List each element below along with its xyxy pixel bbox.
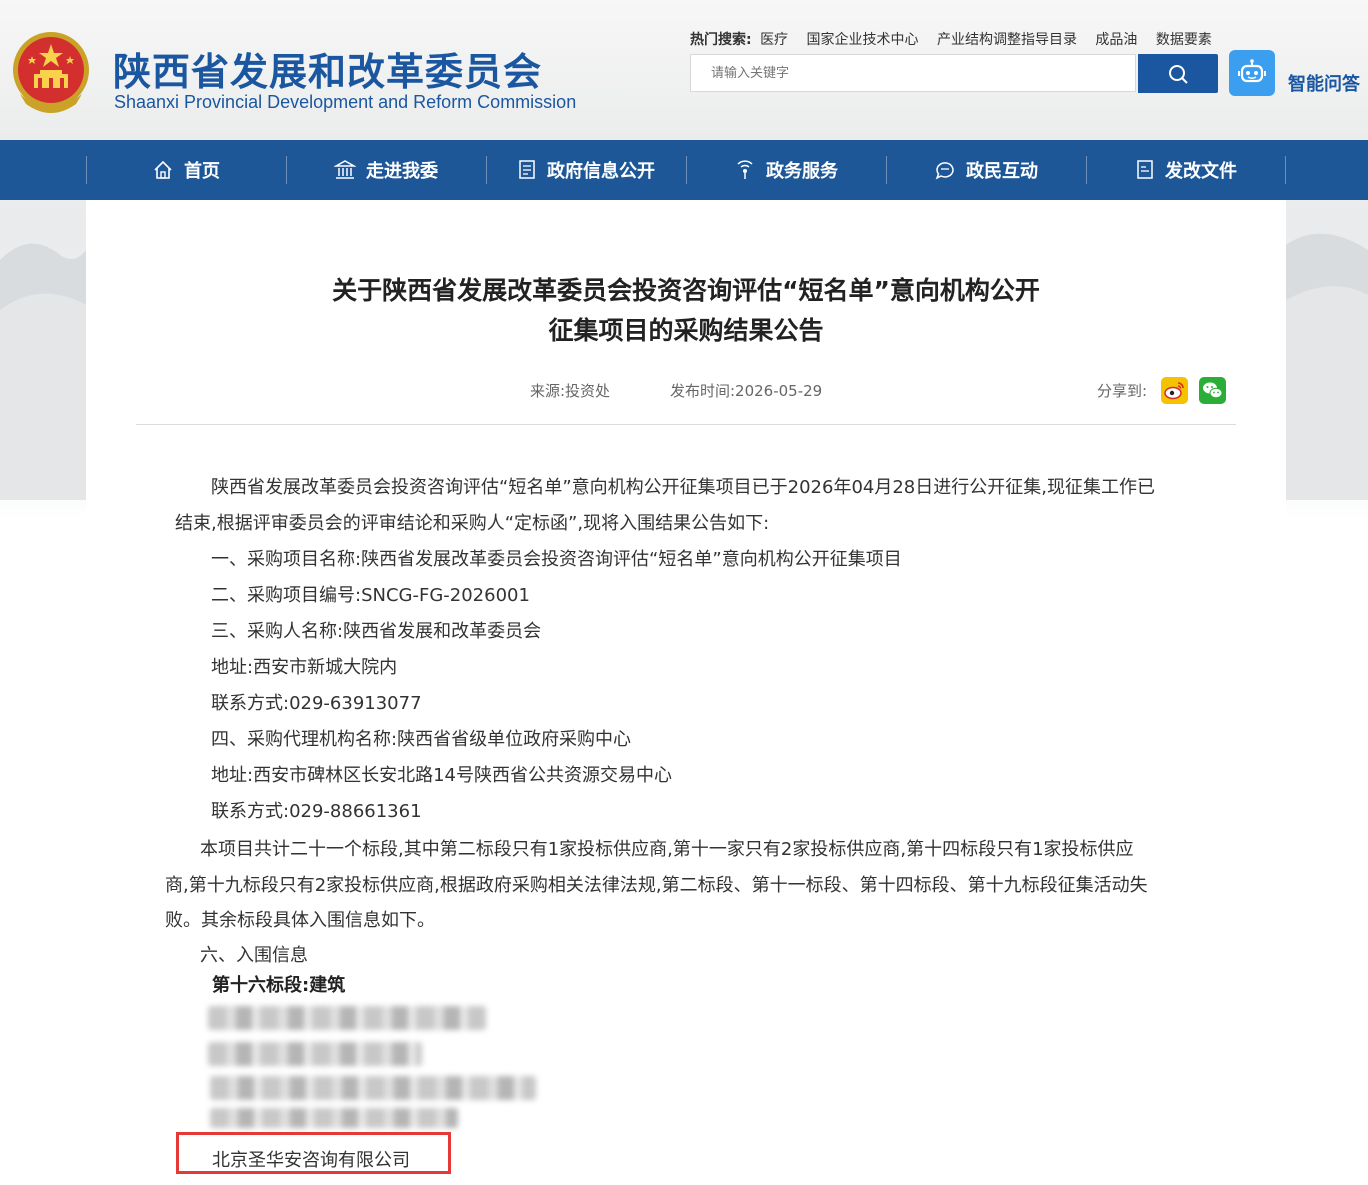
article-card: 关于陕西省发展改革委员会投资咨询评估“短名单”意向机构公开 征集项目的采购结果公… [86, 200, 1286, 1185]
nav-item-documents[interactable]: 发改文件 [1086, 140, 1286, 200]
nav-item-info-disclosure[interactable]: 政府信息公开 [486, 140, 686, 200]
nav-item-home[interactable]: 首页 [86, 140, 286, 200]
chat-icon [935, 162, 954, 180]
shortlist-info-heading: 六、入围信息 [200, 945, 308, 966]
highlight-annotation-box [176, 1132, 451, 1174]
article-title-line2: 征集项目的采购结果公告 [548, 316, 824, 345]
nav-item-label: 政务服务 [766, 161, 838, 182]
nav-item-about[interactable]: 走进我委 [286, 140, 486, 200]
hot-search-item[interactable]: 数据要素 [1156, 32, 1212, 48]
summary-line1: 本项目共计二十一个标段,其中第二标段只有1家投标供应商,第十一家只有2家投标供应… [200, 839, 1134, 860]
site-title[interactable]: 陕西省发展和改革委员会 [113, 41, 542, 96]
main-navigation: 首页 走进我委 政府信息公开 政务服务 政民互动 发改文件 [0, 140, 1368, 200]
search-button[interactable] [1138, 54, 1218, 93]
home-icon [154, 160, 172, 179]
procurement-project-name: 一、采购项目名称:陕西省发展改革委员会投资咨询评估“短名单”意向机构公开征集项目 [211, 549, 902, 570]
document-icon [519, 160, 535, 179]
search-box [690, 54, 1136, 92]
wechat-icon[interactable] [1199, 377, 1226, 404]
nav-item-label: 首页 [184, 161, 220, 182]
share-label: 分享到: [1097, 382, 1148, 400]
weibo-icon[interactable] [1161, 377, 1188, 404]
purchaser-name: 三、采购人名称:陕西省发展和改革委员会 [211, 621, 542, 642]
hot-search-item[interactable]: 国家企业技术中心 [807, 32, 919, 48]
redacted-entry [208, 1042, 422, 1066]
building-icon [334, 160, 356, 179]
site-title-english: Shaanxi Provincial Development and Refor… [114, 92, 577, 112]
redacted-entry [208, 1006, 486, 1030]
title-divider [136, 424, 1236, 425]
nav-item-label: 政民互动 [966, 161, 1038, 182]
site-header: 陕西省发展和改革委员会 Shaanxi Provincial Developme… [0, 0, 1368, 140]
nav-item-services[interactable]: 政务服务 [686, 140, 886, 200]
purchaser-contact: 联系方式:029-63913077 [211, 693, 422, 714]
hot-search-bar: 热门搜索: 医疗 国家企业技术中心 产业结构调整指导目录 成品油 数据要素 [690, 29, 1226, 49]
agency-contact: 联系方式:029-88661361 [211, 801, 422, 822]
article-source: 来源:投资处 [530, 382, 611, 400]
summary-line3: 败。其余标段具体入围信息如下。 [165, 910, 435, 931]
mountain-decoration [1286, 233, 1368, 500]
search-input[interactable] [691, 55, 1135, 91]
mountain-decoration [0, 243, 86, 500]
hot-search-label: 热门搜索: [690, 32, 752, 48]
intro-line2: 结束,根据评审委员会的评审结论和采购人“定标函”,现将入围结果公告如下: [175, 513, 770, 534]
nav-item-interaction[interactable]: 政民互动 [886, 140, 1086, 200]
purchaser-address: 地址:西安市新城大院内 [211, 657, 398, 678]
smart-qa-link[interactable]: 智能问答 [1288, 70, 1360, 96]
national-emblem-icon[interactable] [10, 30, 92, 114]
hot-search-item[interactable]: 产业结构调整指导目录 [937, 32, 1077, 48]
section-heading: 第十六标段:建筑 [212, 975, 346, 996]
smart-qa-robot-button[interactable] [1229, 50, 1275, 96]
nav-item-label: 政府信息公开 [547, 161, 655, 182]
redacted-entry [210, 1076, 536, 1100]
intro-line1: 陕西省发展改革委员会投资咨询评估“短名单”意向机构公开征集项目已于2026年04… [211, 477, 1155, 498]
article-publish-time: 发布时间:2026-05-29 [670, 382, 823, 400]
nav-item-label: 走进我委 [366, 161, 438, 182]
hot-search-item[interactable]: 医疗 [760, 32, 788, 48]
file-icon [1137, 160, 1153, 179]
summary-line2: 商,第十九标段只有2家投标供应商,根据政府采购相关法律法规,第二标段、第十一标段… [165, 875, 1148, 896]
search-icon [1169, 64, 1188, 84]
hot-search-item[interactable]: 成品油 [1095, 32, 1137, 48]
nav-item-label: 发改文件 [1165, 161, 1237, 182]
article-title-line1: 关于陕西省发展改革委员会投资咨询评估“短名单”意向机构公开 [332, 276, 1040, 305]
signal-icon [737, 160, 753, 179]
agency-address: 地址:西安市碑林区长安北路14号陕西省公共资源交易中心 [211, 765, 672, 786]
procurement-project-number: 二、采购项目编号:SNCG-FG-2026001 [211, 585, 530, 606]
redacted-entry [210, 1108, 458, 1128]
robot-icon [1238, 59, 1266, 83]
agency-name: 四、采购代理机构名称:陕西省省级单位政府采购中心 [211, 729, 632, 750]
